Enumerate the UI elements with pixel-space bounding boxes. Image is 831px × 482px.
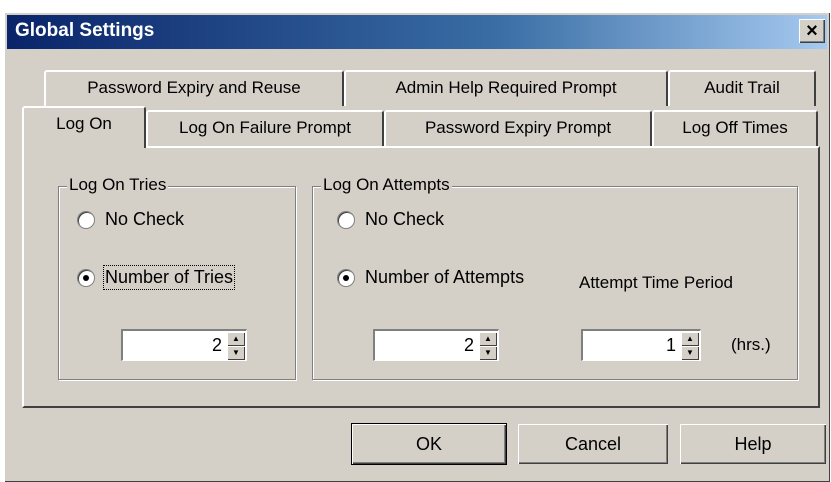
- help-label: Help: [734, 433, 772, 454]
- title-bar[interactable]: Global Settings ×: [7, 15, 827, 49]
- log-on-attempts-label: Log On Attempts: [321, 175, 452, 195]
- tab-label: Log Off Times: [682, 118, 788, 137]
- attempt-period-value[interactable]: 1: [666, 335, 676, 356]
- tab-audit-trail[interactable]: Audit Trail: [668, 70, 816, 106]
- tab-log-on-failure-prompt[interactable]: Log On Failure Prompt: [146, 110, 384, 146]
- attempt-period-spinbox[interactable]: 1 ▲ ▼: [581, 329, 701, 361]
- tries-number-label: Number of Tries: [102, 265, 236, 290]
- tab-label: Admin Help Required Prompt: [395, 78, 617, 97]
- tab-label: Password Expiry Prompt: [424, 118, 612, 137]
- window-title: Global Settings: [15, 20, 155, 41]
- close-icon: ×: [806, 20, 818, 42]
- cancel-button[interactable]: Cancel: [518, 424, 668, 464]
- attempts-value[interactable]: 2: [464, 335, 474, 356]
- tab-label: Audit Trail: [704, 78, 780, 97]
- log-on-tries-label: Log On Tries: [67, 175, 169, 195]
- tries-no-check-label: No Check: [105, 209, 185, 229]
- tries-value[interactable]: 2: [212, 335, 222, 356]
- attempts-spinbox[interactable]: 2 ▲ ▼: [373, 329, 499, 361]
- attempts-no-check-option[interactable]: No Check: [337, 209, 444, 230]
- ok-button[interactable]: OK: [351, 423, 507, 465]
- tries-up-arrow-icon[interactable]: ▲: [227, 332, 245, 346]
- attempts-no-check-label: No Check: [365, 209, 445, 229]
- tab-log-off-times[interactable]: Log Off Times: [652, 110, 818, 146]
- attempts-up-arrow-icon[interactable]: ▲: [479, 332, 497, 346]
- tab-label: Log On Failure Prompt: [179, 118, 351, 137]
- tries-no-check-option[interactable]: No Check: [77, 209, 184, 230]
- cancel-label: Cancel: [564, 433, 622, 454]
- tab-log-on[interactable]: Log On: [22, 106, 146, 148]
- ok-label: OK: [415, 433, 442, 454]
- period-up-arrow-icon[interactable]: ▲: [681, 332, 699, 346]
- attempts-no-check-radio[interactable]: [337, 210, 355, 229]
- tries-number-option[interactable]: Number of Tries: [77, 265, 236, 290]
- tries-spinbox[interactable]: 2 ▲ ▼: [121, 329, 247, 361]
- tab-label: Log On: [56, 114, 112, 133]
- attempt-time-period-label: Attempt Time Period: [579, 273, 734, 292]
- tries-down-arrow-icon[interactable]: ▼: [227, 346, 245, 360]
- attempts-down-arrow-icon[interactable]: ▼: [479, 346, 497, 360]
- tries-number-radio[interactable]: [77, 268, 95, 287]
- tries-no-check-radio[interactable]: [77, 210, 95, 229]
- period-unit-label: (hrs.): [731, 335, 771, 354]
- tab-password-expiry-prompt[interactable]: Password Expiry Prompt: [384, 110, 652, 146]
- tab-label: Password Expiry and Reuse: [87, 78, 301, 97]
- close-button[interactable]: ×: [799, 19, 825, 43]
- help-button[interactable]: Help: [680, 424, 826, 464]
- log-on-attempts-group: Log On Attempts No Check Number of Attem…: [312, 175, 798, 380]
- log-on-tries-group: Log On Tries No Check Number of Tries 2 …: [58, 175, 296, 380]
- attempts-number-label: Number of Attempts: [365, 267, 525, 287]
- tab-admin-help-required-prompt[interactable]: Admin Help Required Prompt: [344, 70, 668, 106]
- period-down-arrow-icon[interactable]: ▼: [681, 346, 699, 360]
- tab-panel-log-on: Log On Tries No Check Number of Tries 2 …: [22, 146, 820, 408]
- attempts-number-option[interactable]: Number of Attempts: [337, 267, 524, 288]
- tab-password-expiry-and-reuse[interactable]: Password Expiry and Reuse: [44, 70, 344, 106]
- attempts-number-radio[interactable]: [337, 268, 355, 287]
